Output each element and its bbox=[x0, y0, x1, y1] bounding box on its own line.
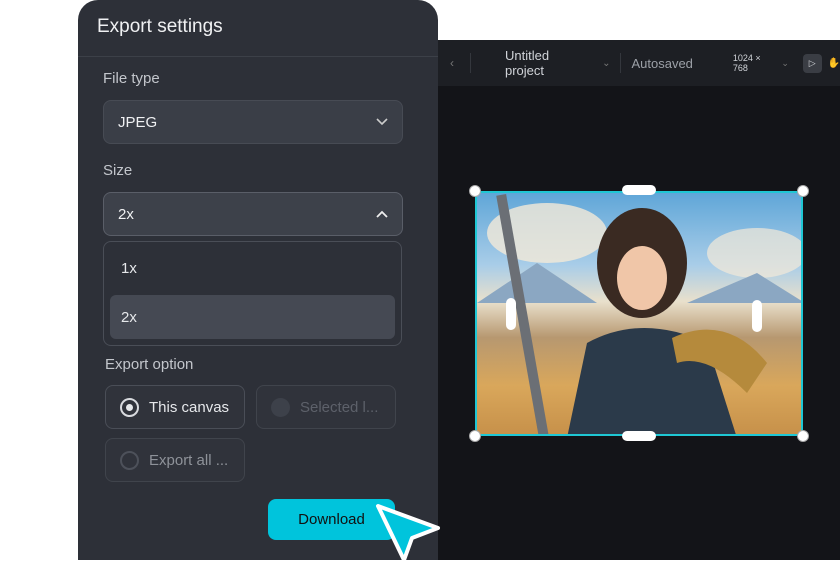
chevron-down-icon[interactable]: ⌄ bbox=[602, 58, 610, 69]
chevron-up-icon bbox=[376, 210, 388, 218]
resize-handle[interactable] bbox=[797, 185, 809, 197]
autosave-status: Autosaved bbox=[631, 55, 693, 71]
resize-handle[interactable] bbox=[506, 298, 516, 330]
project-name[interactable]: Untitled project bbox=[505, 48, 590, 78]
option-label: Export all ... bbox=[149, 451, 229, 469]
panel-title: Export settings bbox=[97, 16, 223, 37]
pointer-icon[interactable]: ▷ bbox=[802, 53, 822, 73]
size-select[interactable]: 2x bbox=[103, 192, 403, 236]
resize-handle[interactable] bbox=[752, 300, 762, 332]
editor-topbar: ‹ Untitled project ⌄ Autosaved 1024 × 76… bbox=[420, 40, 840, 86]
resize-handle[interactable] bbox=[797, 430, 809, 442]
file-type-select[interactable]: JPEG bbox=[103, 100, 403, 144]
export-option-label: Export option bbox=[105, 356, 194, 373]
chevron-left-icon[interactable]: ‹ bbox=[450, 56, 454, 70]
option-label: Selected l... bbox=[300, 398, 379, 416]
size-option-2x[interactable]: 2x bbox=[110, 295, 395, 339]
size-dropdown-menu: 1x 2x bbox=[103, 241, 402, 346]
chevron-down-icon bbox=[376, 118, 388, 126]
divider bbox=[470, 53, 471, 73]
option-label: This canvas bbox=[149, 398, 230, 416]
size-label: Size bbox=[103, 162, 133, 179]
radio-selected-icon bbox=[120, 397, 139, 417]
radio-unselected-icon bbox=[120, 450, 139, 470]
hand-icon[interactable]: ✋ bbox=[828, 58, 840, 69]
radio-disabled-icon bbox=[271, 397, 290, 417]
size-value: 2x bbox=[118, 205, 134, 223]
chevron-down-icon[interactable]: ⌄ bbox=[781, 58, 789, 69]
divider bbox=[78, 56, 438, 57]
file-type-value: JPEG bbox=[118, 113, 158, 131]
resize-handle[interactable] bbox=[622, 431, 656, 441]
export-settings-panel: Export settings File type JPEG Size 2x 1… bbox=[78, 0, 438, 560]
cursor-pointer-icon bbox=[376, 504, 440, 562]
option-export-all[interactable]: Export all ... bbox=[105, 438, 245, 482]
resize-handle[interactable] bbox=[469, 430, 481, 442]
size-option-1x[interactable]: 1x bbox=[110, 246, 395, 290]
divider bbox=[620, 53, 622, 73]
option-selected-layers: Selected l... bbox=[256, 385, 396, 429]
resize-handle[interactable] bbox=[622, 185, 656, 195]
option-this-canvas[interactable]: This canvas bbox=[105, 385, 245, 429]
file-type-label: File type bbox=[103, 70, 160, 87]
resize-handle[interactable] bbox=[469, 185, 481, 197]
canvas-size-select[interactable]: 1024 × 768 bbox=[733, 53, 777, 73]
